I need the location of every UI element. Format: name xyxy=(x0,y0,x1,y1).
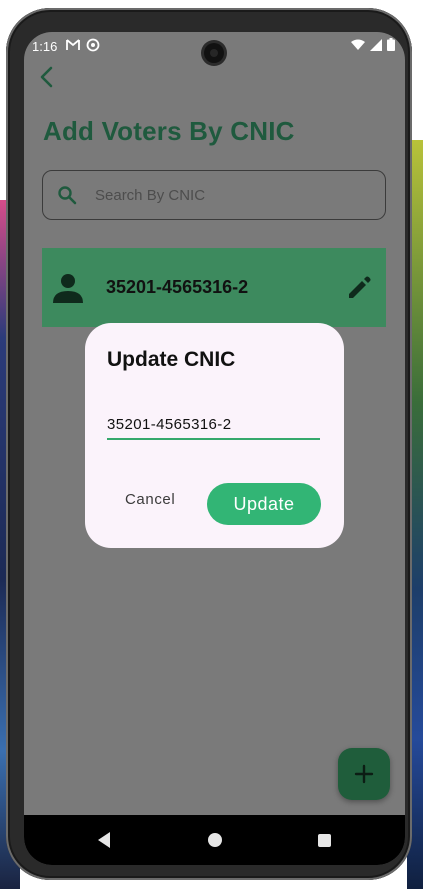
front-camera xyxy=(204,43,224,63)
status-icons-left xyxy=(66,38,100,52)
voter-cnic: 35201-4565316-2 xyxy=(106,277,249,297)
nav-recents-icon[interactable] xyxy=(318,834,331,847)
sync-icon xyxy=(86,38,100,52)
nav-back-icon[interactable] xyxy=(96,831,112,849)
voter-list-item[interactable]: 35201-4565316-2 xyxy=(42,248,386,327)
add-voter-fab[interactable] xyxy=(338,748,390,800)
page-title: Add Voters By CNIC xyxy=(43,116,295,146)
person-icon xyxy=(53,274,83,303)
status-icons-right xyxy=(351,38,395,51)
cancel-button[interactable]: Cancel xyxy=(125,491,175,508)
gmail-icon xyxy=(66,39,80,50)
phone-frame: 1:16 Add Voters By CNIC Search By CNIC 3… xyxy=(6,8,412,880)
search-input[interactable] xyxy=(93,180,367,210)
app-screen: 1:16 Add Voters By CNIC Search By CNIC 3… xyxy=(24,32,405,865)
back-chevron-icon[interactable] xyxy=(34,64,60,90)
signal-icon xyxy=(370,38,382,51)
status-time: 1:16 xyxy=(32,39,58,54)
search-box[interactable] xyxy=(42,170,386,220)
battery-icon xyxy=(387,38,395,51)
dialog-title: Update CNIC xyxy=(107,348,236,371)
update-cnic-dialog: Update CNIC Cancel Update xyxy=(85,323,344,548)
wifi-icon xyxy=(351,39,365,50)
edit-icon[interactable] xyxy=(346,275,372,301)
nav-home-icon[interactable] xyxy=(208,833,222,847)
search-icon xyxy=(58,186,77,205)
cnic-input[interactable] xyxy=(107,410,320,440)
system-nav-bar xyxy=(24,815,405,865)
update-button[interactable]: Update xyxy=(207,483,321,525)
plus-icon xyxy=(354,764,374,784)
status-bar: 1:16 xyxy=(24,32,405,63)
